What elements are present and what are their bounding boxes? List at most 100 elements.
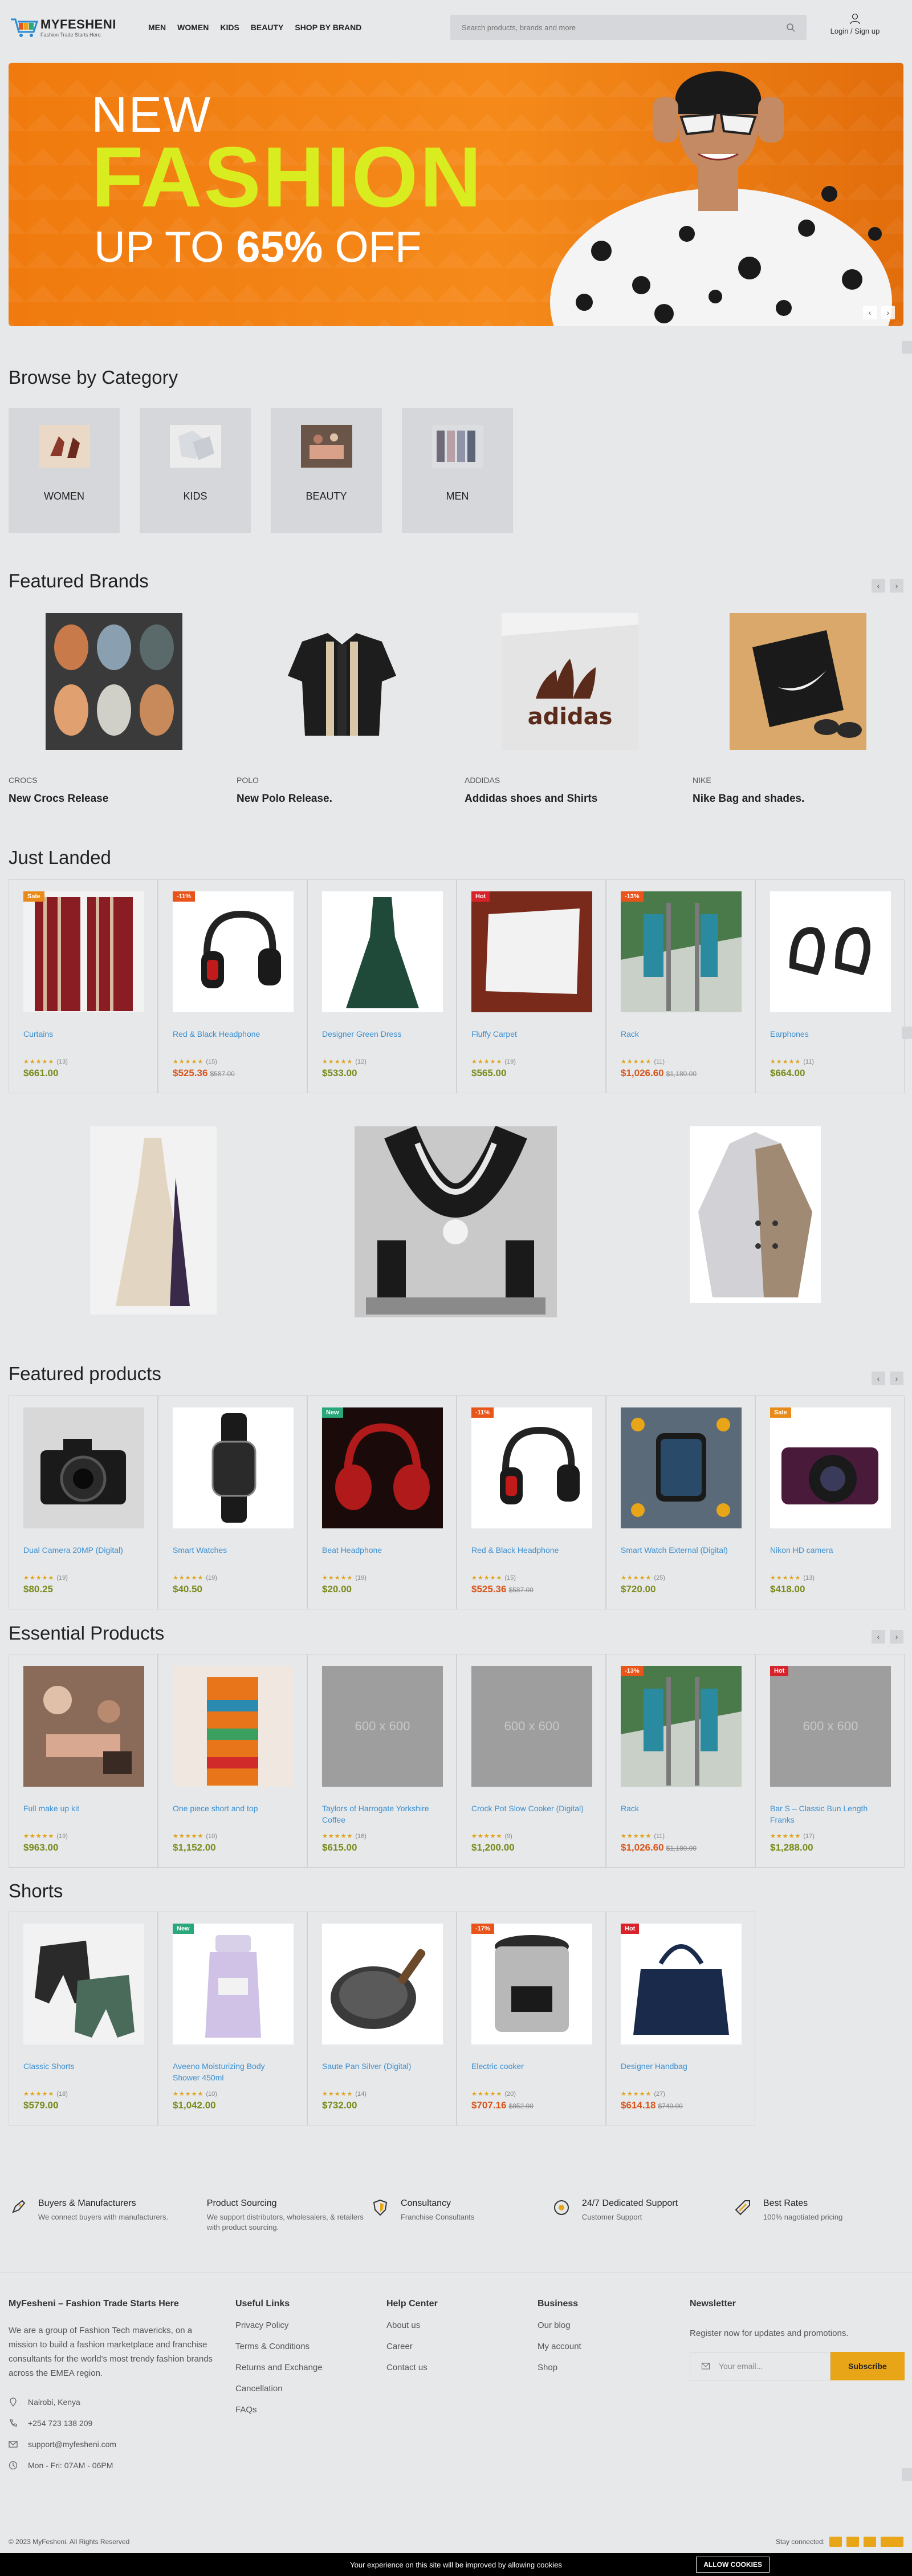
product-card[interactable]: New Aveeno Moisturizing Body Shower 450m…: [158, 1912, 307, 2125]
brand-title[interactable]: Addidas shoes and Shirts: [465, 793, 613, 805]
brand-card-nike[interactable]: NIKE Nike Bag and shades.: [693, 613, 866, 805]
category-card-men[interactable]: MEN: [402, 408, 513, 533]
account-link[interactable]: Login / Sign up: [821, 13, 889, 35]
product-card[interactable]: Smart Watches ★★★★★ (19) $40.50: [158, 1395, 307, 1609]
gown-image[interactable]: [90, 1126, 217, 1315]
jewelry-set-image[interactable]: [355, 1126, 557, 1317]
footer-link-shop[interactable]: Shop: [538, 2363, 581, 2372]
mens-jacket-image[interactable]: [690, 1126, 821, 1303]
product-image[interactable]: [173, 1407, 294, 1528]
subscribe-button[interactable]: Subscribe: [830, 2352, 905, 2380]
product-name[interactable]: Electric cooker: [471, 2060, 591, 2083]
product-card[interactable]: -13% Rack ★★★★★ (11) $1,026.60 $1,180.00: [606, 879, 755, 1093]
product-card[interactable]: 600 x 600 Taylors of Harrogate Yorkshire…: [307, 1654, 457, 1868]
search-icon[interactable]: [786, 23, 795, 32]
product-image[interactable]: [770, 891, 891, 1012]
product-name[interactable]: Red & Black Headphone: [471, 1544, 591, 1567]
featured-prev-button[interactable]: ‹: [872, 1372, 885, 1385]
product-name[interactable]: Beat Headphone: [322, 1544, 442, 1567]
product-name[interactable]: Curtains: [23, 1028, 143, 1051]
product-name[interactable]: Smart Watches: [173, 1544, 292, 1567]
nav-men[interactable]: MEN: [148, 23, 166, 32]
brand-card-addidas[interactable]: adidas ADDIDAS Addidas shoes and Shirts: [465, 613, 638, 805]
category-card-beauty[interactable]: BEAUTY: [271, 408, 382, 533]
product-card[interactable]: Sale Nikon HD camera ★★★★★ (13) $418.00: [755, 1395, 905, 1609]
product-image[interactable]: [173, 1666, 294, 1787]
brand-card-crocs[interactable]: CROCS New Crocs Release: [9, 613, 182, 805]
product-card[interactable]: Full make up kit ★★★★★ (19) $963.00: [9, 1654, 158, 1868]
instagram-icon[interactable]: [864, 2537, 876, 2547]
product-image[interactable]: -17%: [471, 1924, 592, 2044]
product-name[interactable]: Saute Pan Silver (Digital): [322, 2060, 442, 2083]
product-image[interactable]: -13%: [621, 1666, 742, 1787]
youtube-icon[interactable]: [881, 2537, 903, 2547]
essential-next-button[interactable]: ›: [890, 1630, 903, 1644]
product-card[interactable]: Classic Shorts ★★★★★ (18) $579.00: [9, 1912, 158, 2125]
product-card[interactable]: 600 x 600 Hot Bar S – Classic Bun Length…: [755, 1654, 905, 1868]
footer-link-blog[interactable]: Our blog: [538, 2321, 581, 2330]
footer-link-privacy[interactable]: Privacy Policy: [235, 2321, 323, 2330]
product-image[interactable]: Sale: [23, 891, 144, 1012]
product-name[interactable]: Rack: [621, 1028, 740, 1051]
hero-next-button[interactable]: ›: [881, 306, 895, 319]
brands-prev-button[interactable]: ‹: [872, 579, 885, 593]
category-card-women[interactable]: WOMEN: [9, 408, 120, 533]
product-card[interactable]: Saute Pan Silver (Digital) ★★★★★ (14) $73…: [307, 1912, 457, 2125]
footer-link-about[interactable]: About us: [386, 2321, 438, 2330]
side-panel-tab[interactable]: [902, 341, 912, 354]
product-card[interactable]: Smart Watch External (Digital) ★★★★★ (25)…: [606, 1395, 755, 1609]
brand-title[interactable]: New Crocs Release: [9, 793, 157, 805]
product-card[interactable]: 600 x 600 Crock Pot Slow Cooker (Digital…: [457, 1654, 606, 1868]
product-card[interactable]: One piece short and top ★★★★★ (10) $1,152…: [158, 1654, 307, 1868]
product-card[interactable]: Earphones ★★★★★ (11) $664.00: [755, 879, 905, 1093]
logo[interactable]: MYFESHENI Fashion Trade Starts Here.: [9, 15, 134, 40]
product-image[interactable]: New: [173, 1924, 294, 2044]
product-name[interactable]: Rack: [621, 1803, 740, 1825]
product-card[interactable]: -11% Red & Black Headphone ★★★★★ (15) $52…: [158, 879, 307, 1093]
product-card[interactable]: -11% Red & Black Headphone ★★★★★ (15) $52…: [457, 1395, 606, 1609]
product-image[interactable]: -13%: [621, 891, 742, 1012]
contact-phone[interactable]: +254 723 138 209: [9, 2419, 219, 2428]
product-name[interactable]: Full make up kit: [23, 1803, 143, 1825]
product-card[interactable]: -17% Electric cooker ★★★★★ (20) $707.16 $8…: [457, 1912, 606, 2125]
product-name[interactable]: Earphones: [770, 1028, 890, 1051]
product-image-placeholder[interactable]: 600 x 600: [322, 1666, 443, 1787]
product-image[interactable]: Hot: [471, 891, 592, 1012]
facebook-icon[interactable]: [829, 2537, 842, 2547]
product-card[interactable]: Designer Green Dress ★★★★★ (12) $533.00: [307, 879, 457, 1093]
product-image-placeholder[interactable]: 600 x 600: [471, 1666, 592, 1787]
essential-prev-button[interactable]: ‹: [872, 1630, 885, 1644]
category-card-kids[interactable]: KIDS: [140, 408, 251, 533]
footer-link-contact[interactable]: Contact us: [386, 2363, 438, 2372]
side-panel-tab[interactable]: [902, 1027, 912, 1039]
product-image-placeholder[interactable]: 600 x 600 Hot: [770, 1666, 891, 1787]
product-name[interactable]: One piece short and top: [173, 1803, 292, 1825]
footer-link-returns[interactable]: Returns and Exchange: [235, 2363, 323, 2372]
product-name[interactable]: Classic Shorts: [23, 2060, 143, 2083]
footer-link-terms[interactable]: Terms & Conditions: [235, 2342, 323, 2351]
product-name[interactable]: Nikon HD camera: [770, 1544, 890, 1567]
product-image[interactable]: [23, 1924, 144, 2044]
product-card[interactable]: Hot Fluffy Carpet ★★★★★ (19) $565.00: [457, 879, 606, 1093]
product-image[interactable]: -11%: [173, 891, 294, 1012]
product-image[interactable]: [322, 891, 443, 1012]
footer-link-cancellation[interactable]: Cancellation: [235, 2384, 323, 2394]
nav-beauty[interactable]: BEAUTY: [251, 23, 284, 32]
product-image[interactable]: [23, 1666, 144, 1787]
footer-link-career[interactable]: Career: [386, 2342, 438, 2351]
hero-prev-button[interactable]: ‹: [863, 306, 877, 319]
product-card[interactable]: -13% Rack ★★★★★ (11) $1,026.60 $1,180.00: [606, 1654, 755, 1868]
product-image[interactable]: -11%: [471, 1407, 592, 1528]
brands-next-button[interactable]: ›: [890, 579, 903, 593]
product-image[interactable]: New: [322, 1407, 443, 1528]
contact-email[interactable]: support@myfesheni.com: [9, 2440, 219, 2449]
product-name[interactable]: Bar S – Classic Bun Length Franks: [770, 1803, 890, 1825]
product-name[interactable]: Taylors of Harrogate Yorkshire Coffee: [322, 1803, 442, 1825]
product-name[interactable]: Aveeno Moisturizing Body Shower 450ml: [173, 2060, 292, 2083]
product-image[interactable]: [322, 1924, 443, 2044]
product-card[interactable]: New Beat Headphone ★★★★★ (19) $20.00: [307, 1395, 457, 1609]
hero-banner[interactable]: NEW FASHION UP TO 65% OFF ‹ ›: [9, 63, 903, 326]
product-name[interactable]: Crock Pot Slow Cooker (Digital): [471, 1803, 591, 1825]
nav-shop-by-brand[interactable]: SHOP BY BRAND: [295, 23, 361, 32]
product-image[interactable]: [621, 1407, 742, 1528]
